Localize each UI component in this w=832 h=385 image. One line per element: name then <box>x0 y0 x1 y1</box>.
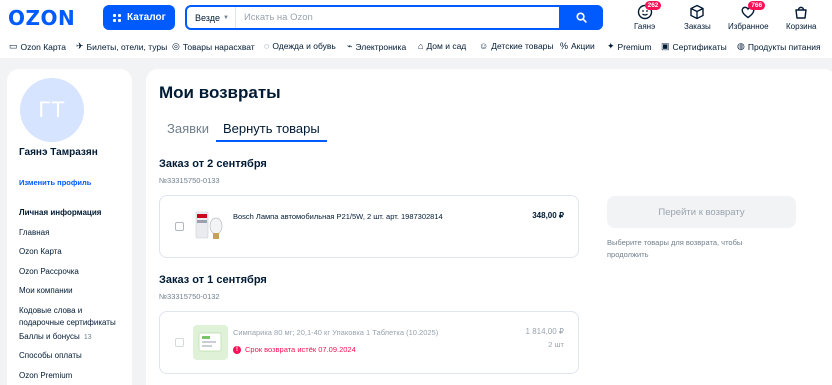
alert-icon: ! <box>233 345 241 354</box>
product-price: 348,00 ₽ <box>532 211 564 220</box>
category-item[interactable]: ✈ Билеты, отели, туры <box>76 41 167 52</box>
tab-return-items[interactable]: Вернуть товары <box>215 119 327 142</box>
category-item[interactable]: ⌁ Электроника <box>347 41 406 52</box>
star-icon: ✦ <box>607 41 615 51</box>
heart-icon: 766 <box>740 1 766 20</box>
box-icon <box>689 4 705 20</box>
product-image[interactable] <box>193 209 228 244</box>
header-profile-label: Гаянэ <box>634 22 656 31</box>
points-count: 13 <box>83 333 92 341</box>
chevron-down-icon: ▼ <box>223 14 229 21</box>
product-price: 1 814,00 ₽ <box>525 327 564 336</box>
category-item[interactable]: ◎ Товары нарасхват <box>172 41 255 52</box>
return-expired-notice: ! Срок возврата истёк 07.09.2024 <box>233 345 356 354</box>
item-checkbox[interactable] <box>175 338 184 347</box>
sidebar-section-title: Личная информация <box>19 208 102 217</box>
search-button[interactable] <box>559 5 603 30</box>
header-orders[interactable]: Заказы <box>684 4 711 31</box>
user-icon: 262 <box>637 1 662 20</box>
sidebar-item-premium[interactable]: Ozon Premium <box>19 370 129 385</box>
header-cart[interactable]: Корзина <box>786 4 816 31</box>
sidebar-item-codewords[interactable]: Кодовые слова и подарочные сертификаты <box>19 305 129 331</box>
header-orders-label: Заказы <box>684 22 711 31</box>
item-checkbox[interactable] <box>175 222 184 231</box>
category-nav: ▭ Ozon Карта ✈ Билеты, отели, туры ◎ Товары… <box>0 36 832 58</box>
sidebar-menu: Личная информация Главная Ozon Карта Ozo… <box>19 207 129 385</box>
page-title: Мои возвраты <box>159 83 281 102</box>
category-item[interactable]: ☺ Детские товары <box>479 41 554 51</box>
favorites-badge: 766 <box>748 1 766 10</box>
sidebar-item-points-label: Баллы и бонусы <box>19 331 80 341</box>
search-icon <box>575 12 587 23</box>
grid-icon <box>113 13 121 22</box>
ozon-logo[interactable]: OZON <box>8 6 75 30</box>
shirt-icon: ◌ <box>264 41 270 51</box>
search-scope-select[interactable]: Везде ▼ <box>187 7 236 28</box>
order-number: №33315750-0132 <box>159 292 220 301</box>
sidebar-item-installment[interactable]: Ozon Рассрочка <box>19 266 129 286</box>
category-item[interactable]: ▭ Ozon Карта <box>9 41 66 52</box>
sidebar-item-companies[interactable]: Мои компании <box>19 285 129 305</box>
proceed-return-button[interactable]: Перейти к возврату <box>607 196 796 228</box>
plug-icon: ⌁ <box>347 41 353 51</box>
gift-icon: ▣ <box>661 41 670 51</box>
catalog-button[interactable]: Каталог <box>103 5 175 30</box>
category-item[interactable]: % Акции <box>560 41 595 51</box>
order-title: Заказ от 1 сентября <box>159 274 267 286</box>
header-profile[interactable]: 262 Гаянэ <box>634 1 662 31</box>
order-number: №33315750-0133 <box>159 176 220 185</box>
kids-icon: ☺ <box>479 41 489 51</box>
sidebar: ГТ Гаянэ Тамразян Изменить профиль Лична… <box>7 69 132 385</box>
header: OZON Каталог Везде ▼ 262 Гаянэ Заказы 76… <box>0 0 832 36</box>
search-bar: Везде ▼ <box>185 5 603 30</box>
card-icon: ▭ <box>9 41 18 51</box>
food-icon: ◍ <box>737 41 745 51</box>
user-name: Гаянэ Тамразян <box>19 147 98 158</box>
plane-icon: ✈ <box>76 41 84 51</box>
category-item[interactable]: ▣ Сертификаты <box>661 41 727 52</box>
product-name[interactable]: Симпарика 80 мг; 20,1-40 кг Упаковка 1 Т… <box>233 328 493 337</box>
avatar[interactable]: ГТ <box>20 78 84 142</box>
return-expired-text: Срок возврата истёк 07.09.2024 <box>245 345 356 354</box>
edit-profile-link[interactable]: Изменить профиль <box>19 178 91 187</box>
product-image[interactable] <box>193 325 228 360</box>
sidebar-item-points[interactable]: Баллы и бонусы 13 <box>19 331 129 351</box>
header-cart-label: Корзина <box>786 22 817 31</box>
sidebar-item-payment[interactable]: Способы оплаты <box>19 350 129 370</box>
product-quantity: 2 шт <box>548 340 564 349</box>
order-item-card: Симпарика 80 мг; 20,1-40 кг Упаковка 1 Т… <box>159 311 579 374</box>
category-item[interactable]: ⌂ Дом и сад <box>418 41 466 51</box>
home-icon: ⌂ <box>418 41 424 51</box>
sidebar-item-ozon-card[interactable]: Ozon Карта <box>19 246 129 266</box>
cart-icon <box>793 4 809 20</box>
return-hint: Выберите товары для возврата, чтобы прод… <box>607 238 743 259</box>
search-scope-value: Везде <box>195 12 220 23</box>
profile-badge: 262 <box>644 1 662 10</box>
category-item[interactable]: ✦ Premium <box>607 41 652 52</box>
percent-icon: % <box>560 41 569 51</box>
tab-requests[interactable]: Заявки <box>159 119 216 142</box>
catalog-label: Каталог <box>127 12 166 23</box>
category-item[interactable]: ◌ Одежда и обувь <box>264 41 336 51</box>
sidebar-item-home[interactable]: Главная <box>19 227 129 247</box>
header-favorites[interactable]: 766 Избранное <box>728 1 769 31</box>
main-panel: Мои возвраты Заявки Вернуть товары Заказ… <box>146 69 832 385</box>
order-item-card: Bosch Лампа автомобильная P21/5W, 2 шт. … <box>159 195 579 258</box>
order-title: Заказ от 2 сентября <box>159 158 267 170</box>
tabs: Заявки Вернуть товары <box>159 119 327 142</box>
fire-icon: ◎ <box>172 41 180 51</box>
search-input[interactable] <box>235 12 559 23</box>
product-name[interactable]: Bosch Лампа автомобильная P21/5W, 2 шт. … <box>233 212 493 221</box>
category-item[interactable]: ◍ Продукты питания <box>737 41 821 52</box>
header-favorites-label: Избранное <box>728 22 769 31</box>
